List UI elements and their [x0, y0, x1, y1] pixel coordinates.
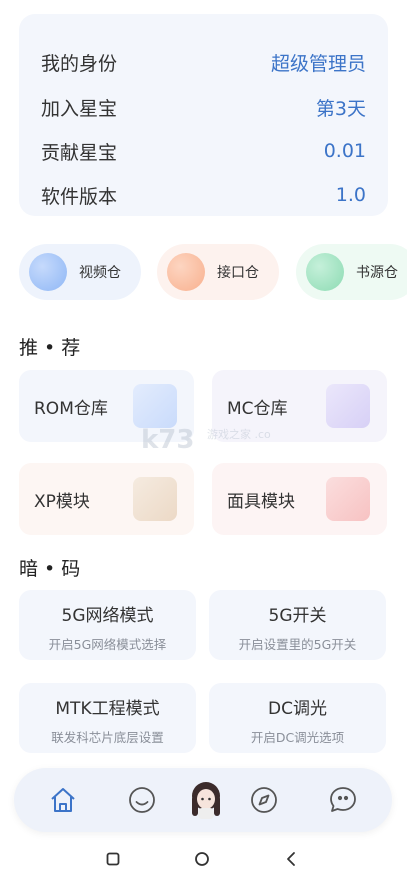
- chip-api-repo[interactable]: 接口仓: [157, 244, 279, 300]
- card-subtitle: 联发科芯片底层设置: [51, 730, 164, 745]
- chip-label: 书源仓: [356, 265, 398, 281]
- bottom-nav-bar: [14, 768, 392, 832]
- smile-icon[interactable]: [126, 784, 158, 816]
- watermark-sub: 游戏之家 .com: [207, 427, 271, 441]
- card-label: XP模块: [34, 491, 90, 512]
- card-label: ROM仓库: [34, 398, 108, 419]
- repo-chips: 视频仓 接口仓 书源仓: [19, 244, 407, 300]
- avatar-icon[interactable]: [186, 780, 226, 820]
- watermark-text: k73: [141, 425, 194, 455]
- chip-book-source-repo[interactable]: 书源仓: [296, 244, 407, 300]
- join-days-row: 加入星宝 第3天: [41, 92, 366, 122]
- card-subtitle: 开启设置里的5G开关: [238, 637, 357, 652]
- contribution-value: 0.01: [323, 140, 366, 162]
- recents-icon[interactable]: [103, 849, 123, 869]
- home-button-icon[interactable]: [192, 849, 212, 869]
- video-repo-icon: [29, 253, 67, 291]
- system-nav-bar: [0, 840, 407, 877]
- magisk-module-card[interactable]: 面具模块: [212, 463, 387, 535]
- chat-icon[interactable]: [327, 784, 359, 816]
- chip-label: 视频仓: [79, 265, 121, 281]
- xp-module-card[interactable]: XP模块: [19, 463, 194, 535]
- card-label: 面具模块: [227, 491, 295, 512]
- card-title: MTK工程模式: [55, 699, 160, 719]
- card-subtitle: 开启5G网络模式选择: [48, 637, 167, 652]
- recommend-section-title: 推 • 荐: [19, 337, 81, 359]
- identity-row: 我的身份 超级管理员: [41, 47, 366, 77]
- identity-label: 我的身份: [41, 52, 118, 75]
- profile-info-card: 我的身份 超级管理员 加入星宝 第3天 贡献星宝 0.01 软件版本 1.0: [19, 14, 388, 216]
- home-icon[interactable]: [47, 784, 79, 816]
- chip-video-repo[interactable]: 视频仓: [19, 244, 141, 300]
- 5g-switch-card[interactable]: 5G开关 开启设置里的5G开关: [209, 590, 386, 660]
- identity-value: 超级管理员: [270, 52, 366, 75]
- book-source-repo-icon: [306, 253, 344, 291]
- card-title: DC调光: [268, 699, 327, 719]
- card-subtitle: 开启DC调光选项: [250, 730, 345, 745]
- secret-code-section-title: 暗 • 码: [19, 558, 81, 580]
- 5g-network-mode-card[interactable]: 5G网络模式 开启5G网络模式选择: [19, 590, 196, 660]
- card-title: 5G开关: [268, 606, 327, 626]
- contribution-row: 贡献星宝 0.01: [41, 136, 366, 166]
- dc-dimming-card[interactable]: DC调光 开启DC调光选项: [209, 683, 386, 753]
- version-value: 1.0: [335, 184, 366, 206]
- contribution-label: 贡献星宝: [41, 141, 118, 164]
- watermark-logo: k73 游戏之家 .com: [141, 420, 282, 464]
- mtk-engineering-mode-card[interactable]: MTK工程模式 联发科芯片底层设置: [19, 683, 196, 753]
- join-days-value: 第3天: [315, 97, 366, 120]
- card-title: 5G网络模式: [61, 606, 154, 626]
- back-icon[interactable]: [281, 849, 301, 869]
- api-repo-icon: [167, 253, 205, 291]
- mc-repo-icon: [326, 384, 370, 428]
- chip-label: 接口仓: [217, 265, 259, 281]
- card-label: MC仓库: [227, 398, 288, 419]
- magisk-module-icon: [326, 477, 370, 521]
- version-row: 软件版本 1.0: [41, 180, 366, 210]
- join-days-label: 加入星宝: [41, 97, 118, 120]
- compass-icon[interactable]: [248, 784, 280, 816]
- xp-module-icon: [133, 477, 177, 521]
- version-label: 软件版本: [41, 185, 118, 208]
